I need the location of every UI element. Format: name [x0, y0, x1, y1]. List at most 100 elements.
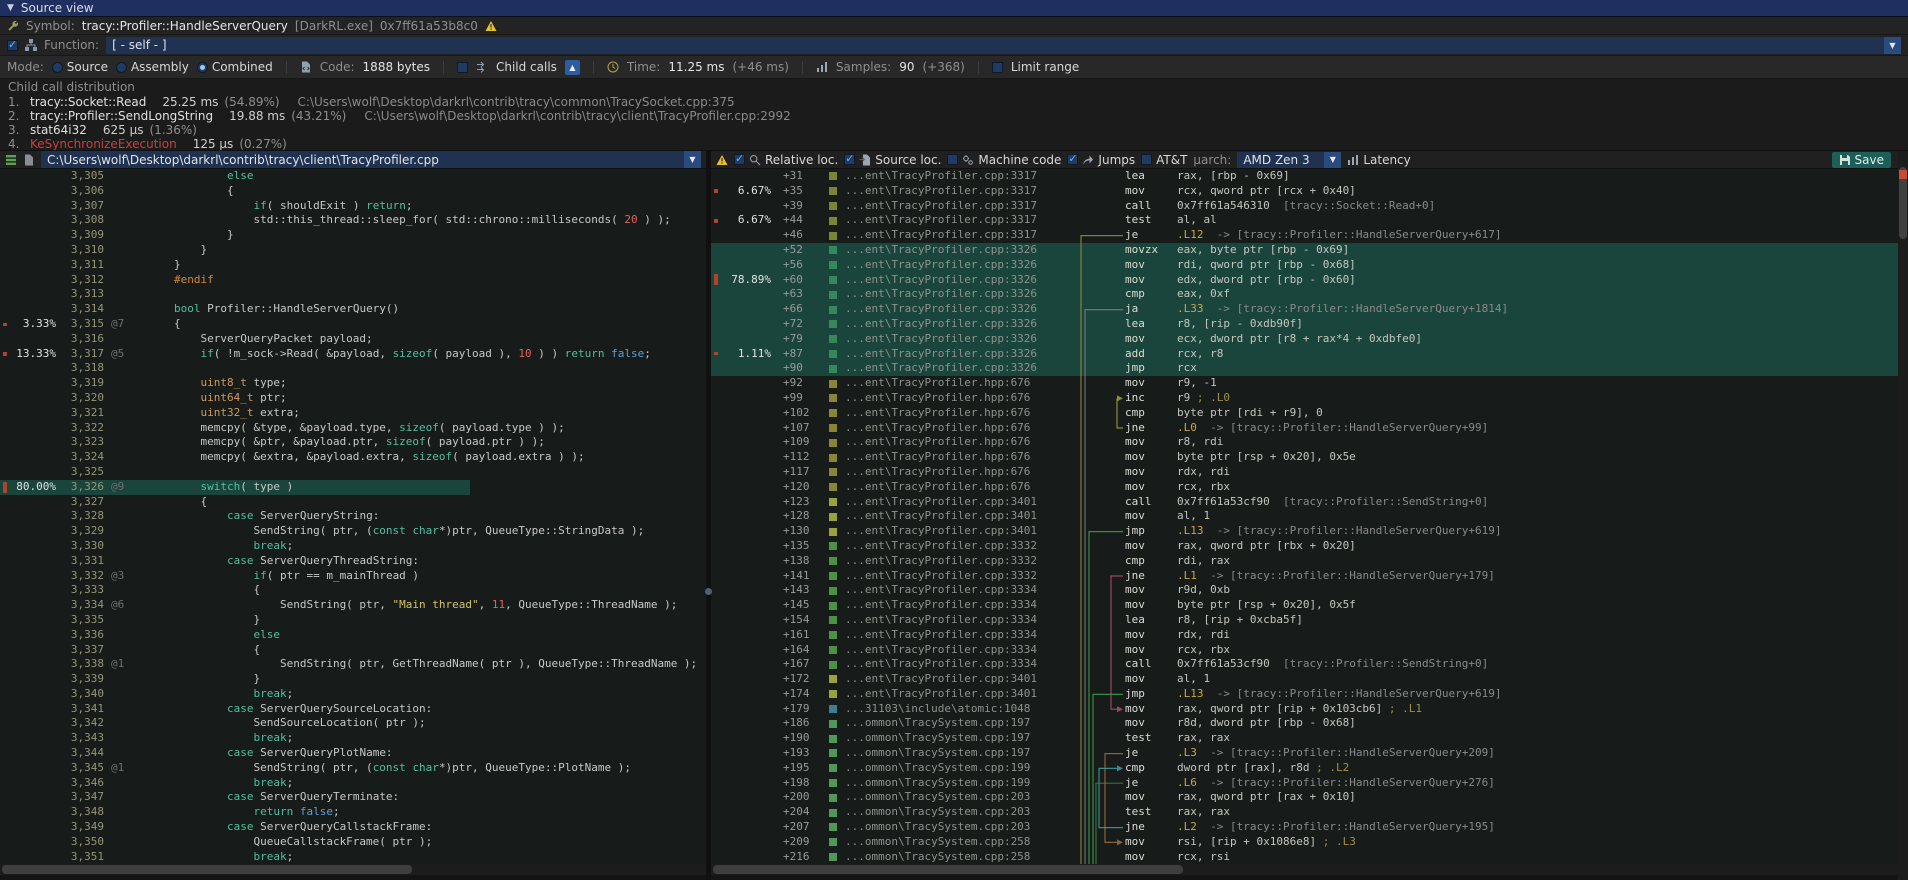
mode-radio-assembly[interactable]: Assembly — [116, 60, 189, 74]
asm-row[interactable]: +72...ent\TracyProfiler.cpp:3326lear8, [… — [711, 317, 1898, 332]
asm-row[interactable]: +145...ent\TracyProfiler.cpp:3334movbyte… — [711, 598, 1898, 613]
latency-button[interactable]: Latency — [1347, 153, 1410, 167]
source-line-row[interactable]: 13.33%3,317@5 if( !m_sock->Read( &payloa… — [0, 347, 706, 362]
source-line-row[interactable]: 3,331 case ServerQueryThreadString: — [0, 554, 706, 569]
source-line-row[interactable]: 3,320 uint64_t ptr; — [0, 391, 706, 406]
child-call-row[interactable]: 3.stat64i32625 μs(1.36%) — [8, 123, 1900, 137]
att-checkbox[interactable] — [1141, 154, 1152, 165]
collapse-arrow-icon[interactable]: ▼ — [7, 3, 14, 13]
source-line-row[interactable]: 3,343 break; — [0, 731, 706, 746]
child-calls-expand-button[interactable]: ▲ — [565, 60, 580, 75]
source-loc-toggle[interactable]: Source loc. — [844, 153, 941, 167]
source-line-row[interactable]: 3,345@1 SendString( ptr, (const char*)pt… — [0, 761, 706, 776]
source-line-row[interactable]: 3,340 break; — [0, 687, 706, 702]
uarch-select[interactable]: AMD Zen 3 ▼ — [1237, 152, 1341, 168]
att-toggle[interactable]: AT&T — [1141, 153, 1187, 167]
source-line-row[interactable]: 3,344 case ServerQueryPlotName: — [0, 746, 706, 761]
source-line-row[interactable]: 3,318 — [0, 361, 706, 376]
asm-row[interactable]: +154...ent\TracyProfiler.cpp:3334lear8, … — [711, 613, 1898, 628]
asm-row[interactable]: 1.11%+87...ent\TracyProfiler.cpp:3326add… — [711, 347, 1898, 362]
file-select[interactable]: C:\Users\wolf\Desktop\darkrl\contrib\tra… — [41, 151, 701, 168]
source-line-row[interactable]: 3,332@3 if( ptr == m_mainThread ) — [0, 569, 706, 584]
asm-row[interactable]: +130...ent\TracyProfiler.cpp:3401jmp.L13… — [711, 524, 1898, 539]
asm-row[interactable]: +164...ent\TracyProfiler.cpp:3334movrcx,… — [711, 643, 1898, 658]
child-call-row[interactable]: 1.tracy::Socket::Read25.25 ms(54.89%)C:\… — [8, 95, 1900, 109]
limit-range-checkbox[interactable] — [992, 62, 1003, 73]
assembly-vertical-scrollbar[interactable] — [1898, 151, 1908, 880]
asm-row[interactable]: +179...31103\include\atomic:1048movrax, … — [711, 702, 1898, 717]
chevron-down-icon[interactable]: ▼ — [684, 151, 701, 168]
source-line-row[interactable]: 3,310 } — [0, 243, 706, 258]
asm-row[interactable]: 78.89%+60...ent\TracyProfiler.cpp:3326mo… — [711, 273, 1898, 288]
scrollbar-thumb[interactable] — [2, 865, 412, 874]
assembly-horizontal-scrollbar[interactable] — [711, 864, 1898, 875]
radio-icon[interactable] — [197, 62, 208, 73]
scrollbar-thumb[interactable] — [713, 865, 1183, 874]
child-call-row[interactable]: 4.KeSynchronizeExecution125 μs(0.27%) — [8, 137, 1900, 151]
relative-loc-toggle[interactable]: Relative loc. — [734, 153, 838, 167]
source-line-row[interactable]: 3,348 return false; — [0, 805, 706, 820]
source-line-row[interactable]: 3,316 ServerQueryPacket payload; — [0, 332, 706, 347]
asm-row[interactable]: +66...ent\TracyProfiler.cpp:3326ja.L33 -… — [711, 302, 1898, 317]
asm-row[interactable]: +123...ent\TracyProfiler.cpp:3401call0x7… — [711, 495, 1898, 510]
source-line-row[interactable]: 3,336 else — [0, 628, 706, 643]
asm-row[interactable]: +141...ent\TracyProfiler.cpp:3332jne.L1 … — [711, 569, 1898, 584]
source-line-row[interactable]: 3,329 SendString( ptr, (const char*)ptr,… — [0, 524, 706, 539]
asm-row[interactable]: +161...ent\TracyProfiler.cpp:3334movrdx,… — [711, 628, 1898, 643]
source-line-row[interactable]: 3,323 memcpy( &ptr, &payload.ptr, sizeof… — [0, 435, 706, 450]
asm-row[interactable]: +46...ent\TracyProfiler.cpp:3317je.L12 -… — [711, 228, 1898, 243]
file-list-icon[interactable] — [5, 154, 17, 166]
radio-icon[interactable] — [116, 62, 127, 73]
asm-row[interactable]: +79...ent\TracyProfiler.cpp:3326movecx, … — [711, 332, 1898, 347]
source-line-row[interactable]: 3,338@1 SendString( ptr, GetThreadName( … — [0, 657, 706, 672]
source-line-row[interactable]: 3,337 { — [0, 643, 706, 658]
source-line-row[interactable]: 3,330 break; — [0, 539, 706, 554]
asm-row[interactable]: +204...ommon\TracySystem.cpp:203testrax,… — [711, 805, 1898, 820]
source-line-row[interactable]: 3,322 memcpy( &type, &payload.type, size… — [0, 421, 706, 436]
source-line-row[interactable]: 3,314bool Profiler::HandleServerQuery() — [0, 302, 706, 317]
machine-code-toggle[interactable]: Machine code — [947, 153, 1061, 167]
radio-icon[interactable] — [52, 62, 63, 73]
source-line-row[interactable]: 3,306 { — [0, 184, 706, 199]
asm-row[interactable]: +39...ent\TracyProfiler.cpp:3317call0x7f… — [711, 199, 1898, 214]
source-line-row[interactable]: 3,350 QueueCallstackFrame( ptr ); — [0, 835, 706, 850]
asm-row[interactable]: +172...ent\TracyProfiler.cpp:3401moval, … — [711, 672, 1898, 687]
source-line-row[interactable]: 3,309 } — [0, 228, 706, 243]
source-line-row[interactable]: 3,334@6 SendString( ptr, "Main thread", … — [0, 598, 706, 613]
asm-row[interactable]: +195...ommon\TracySystem.cpp:199cmpdword… — [711, 761, 1898, 776]
asm-row[interactable]: +216...ommon\TracySystem.cpp:258movrcx, … — [711, 850, 1898, 864]
source-line-row[interactable]: 3,351 break; — [0, 850, 706, 864]
source-line-row[interactable]: 3,327 { — [0, 495, 706, 510]
asm-row[interactable]: +120...ent\TracyProfiler.hpp:676movrcx, … — [711, 480, 1898, 495]
asm-row[interactable]: +200...ommon\TracySystem.cpp:203movrax, … — [711, 790, 1898, 805]
asm-row[interactable]: +143...ent\TracyProfiler.cpp:3334movr9d,… — [711, 583, 1898, 598]
asm-row[interactable]: +99...ent\TracyProfiler.hpp:676incr9 ; .… — [711, 391, 1898, 406]
source-line-row[interactable]: 3,328 case ServerQueryString: — [0, 509, 706, 524]
source-line-row[interactable]: 3.33%3,315@7{ — [0, 317, 706, 332]
asm-row[interactable]: 6.67%+35...ent\TracyProfiler.cpp:3317mov… — [711, 184, 1898, 199]
source-line-row[interactable]: 3,346 break; — [0, 776, 706, 791]
source-line-row[interactable]: 3,311} — [0, 258, 706, 273]
source-line-row[interactable]: 3,349 case ServerQueryCallstackFrame: — [0, 820, 706, 835]
source-line-row[interactable]: 3,324 memcpy( &extra, &payload.extra, si… — [0, 450, 706, 465]
asm-row[interactable]: +107...ent\TracyProfiler.hpp:676jne.L0 -… — [711, 421, 1898, 436]
child-call-row[interactable]: 2.tracy::Profiler::SendLongString19.88 m… — [8, 109, 1900, 123]
asm-row[interactable]: +112...ent\TracyProfiler.hpp:676movbyte … — [711, 450, 1898, 465]
source-line-row[interactable]: 3,335 } — [0, 613, 706, 628]
jumps-checkbox[interactable] — [1067, 154, 1078, 165]
function-checkbox[interactable] — [7, 40, 18, 51]
source-line-row[interactable]: 3,321 uint32_t extra; — [0, 406, 706, 421]
source-horizontal-scrollbar[interactable] — [0, 864, 706, 875]
mode-radio-combined[interactable]: Combined — [197, 60, 273, 74]
source-line-row[interactable]: 3,342 SendSourceLocation( ptr ); — [0, 716, 706, 731]
asm-row[interactable]: +207...ommon\TracySystem.cpp:203jne.L2 -… — [711, 820, 1898, 835]
asm-row[interactable]: +56...ent\TracyProfiler.cpp:3326movrdi, … — [711, 258, 1898, 273]
source-line-row[interactable]: 3,325 — [0, 465, 706, 480]
source-line-row[interactable]: 3,347 case ServerQueryTerminate: — [0, 790, 706, 805]
function-select[interactable]: [ - self - ] ▼ — [106, 37, 1901, 54]
asm-row[interactable]: +209...ommon\TracySystem.cpp:258movrsi, … — [711, 835, 1898, 850]
source-line-row[interactable]: 3,307 if( shouldExit ) return; — [0, 199, 706, 214]
asm-row[interactable]: +174...ent\TracyProfiler.cpp:3401jmp.L13… — [711, 687, 1898, 702]
asm-row[interactable]: 6.67%+44...ent\TracyProfiler.cpp:3317tes… — [711, 213, 1898, 228]
source-loc-checkbox[interactable] — [844, 154, 855, 165]
